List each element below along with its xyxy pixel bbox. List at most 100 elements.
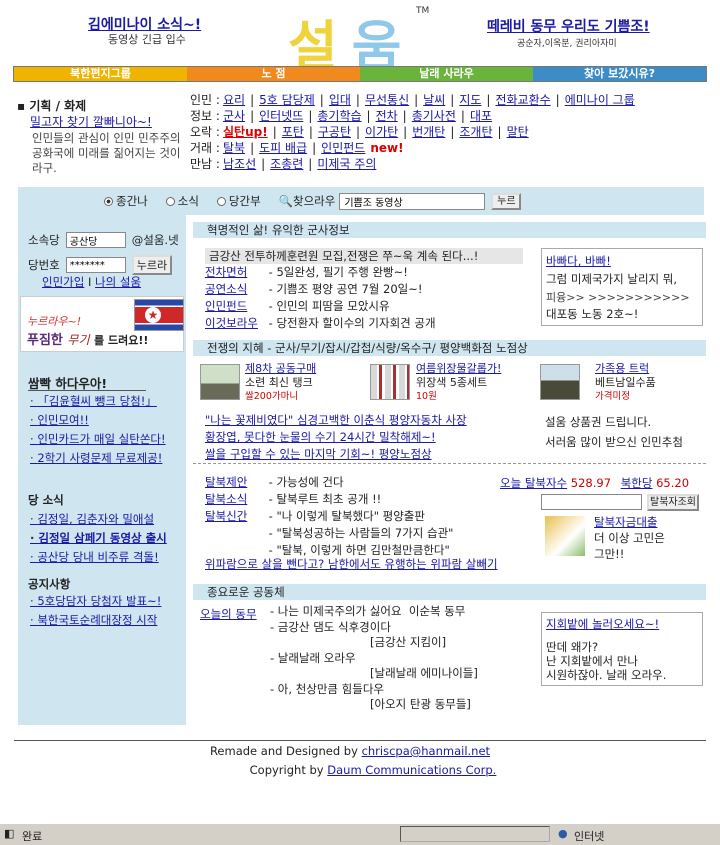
camouflage-image[interactable] <box>370 364 410 400</box>
side-box-text: 대포동 노동 2호~! <box>546 307 639 321</box>
list-item[interactable]: 김정일 삼페기 동영상 출시 <box>30 529 166 548</box>
list-item[interactable]: 북한국토순례대장정 시작 <box>30 611 161 630</box>
category-link[interactable]: 미제국 주의 <box>317 156 376 172</box>
category-link[interactable]: 구공탄 <box>318 124 351 140</box>
category-link[interactable]: 포탄 <box>282 124 304 140</box>
section-community: 종요로운 공동체 <box>193 584 706 600</box>
category-link[interactable]: 이가탄 <box>365 124 398 140</box>
list-item[interactable]: 2학기 사령문제 무료제공! <box>30 449 166 468</box>
list-item[interactable]: 「김윤혈씨 뺑크 당첨!」 <box>30 392 166 411</box>
truck-image[interactable] <box>540 364 580 400</box>
product-title[interactable]: 여름위장물갈롭가! <box>416 362 501 376</box>
category-link[interactable]: 전화교환수 <box>495 92 550 108</box>
my-page-link[interactable]: 나의 설움 <box>95 275 141 289</box>
tank-image[interactable] <box>200 364 240 400</box>
list-item[interactable]: 인민모여!! <box>30 411 166 430</box>
category-link[interactable]: 지도 <box>459 92 481 108</box>
defector-query-button[interactable]: 탈북자조회 <box>647 494 699 511</box>
category-link[interactable]: 요리 <box>223 92 245 108</box>
quote-link[interactable]: 쌀을 구입할 수 있는 마지막 기회~! 평양노점상 <box>205 446 467 463</box>
nav-item-buy[interactable]: 날래 사라우 <box>360 67 533 81</box>
topic-link[interactable]: 밀고자 찾기 깔빠니아~! <box>30 113 152 130</box>
header-right-sub: 공순자,이옥분, 권리아자미 <box>517 39 617 49</box>
community-row: - 날래날래 오라우 <box>270 650 356 665</box>
category-link[interactable]: 대포 <box>470 108 492 124</box>
search-input[interactable] <box>339 192 486 210</box>
domain-label: @설움.넷 <box>131 233 179 247</box>
side-box-title[interactable]: 지회밭에 놀러오세요~! <box>546 616 659 632</box>
category-link[interactable]: 조총련 <box>270 156 303 172</box>
party-title: 당 소식 <box>28 493 64 507</box>
category-link[interactable]: 5호 담당제 <box>259 92 315 108</box>
list-item[interactable]: 김정일, 김춘자와 밀애설 <box>30 510 167 529</box>
defect-row: 탈북제안 - 가능성에 건다 <box>205 475 344 489</box>
company-link[interactable]: Daum Communications Corp. <box>327 763 496 777</box>
email-link[interactable]: chriscpa@hanmail.net <box>362 744 491 758</box>
whistle-link[interactable]: 위파람으로 살을 뺀다고? 남한에서도 유행하는 위파람 살빼기 <box>205 556 498 572</box>
nav-item-letters[interactable]: 북한편지그룹 <box>14 67 187 81</box>
category-link[interactable]: 군사 <box>223 108 245 124</box>
today-label[interactable]: 오늘 탈북자수 <box>500 476 567 490</box>
product-title[interactable]: 제8차 공동구매 <box>245 362 316 376</box>
defector-query-input[interactable] <box>541 494 642 510</box>
category-link[interactable]: 남조선 <box>223 156 256 172</box>
password-input[interactable] <box>65 257 126 273</box>
product-title[interactable]: 가족용 트럭 <box>595 362 656 376</box>
nav-item-find[interactable]: 찾아 보갔시유? <box>533 67 706 81</box>
today-value: 528.97 <box>570 476 612 490</box>
header-left-sub: 동영상 긴급 입수 <box>108 33 186 46</box>
category-label: 거래 : <box>190 141 220 155</box>
list-item[interactable]: 공산당 당내 비주류 격돌! <box>30 548 167 567</box>
search-option-all[interactable]: 종간나 <box>104 193 148 209</box>
category-link[interactable]: 에미나이 그룹 <box>565 92 635 108</box>
id-input[interactable] <box>65 232 126 248</box>
category-link[interactable]: 날씨 <box>423 92 445 108</box>
category-link[interactable]: 탈북 <box>223 140 245 156</box>
category-link[interactable]: 무선통신 <box>365 92 409 108</box>
search-label: 찾으라우 <box>293 194 336 208</box>
quote-link[interactable]: 황장엽, 못다한 눈물의 수기 24시간 밀착해제~! <box>205 429 467 446</box>
info-row: 전차면허 - 5일완성, 필기 주행 완빵~! <box>205 265 408 279</box>
defect-row: 탈북신간 - "나 이렇게 탈북했다" 평양출판 <box>205 509 425 523</box>
category-link[interactable]: 실탄up! <box>223 124 268 140</box>
category-link[interactable]: 말탄 <box>507 124 529 140</box>
info-list: 전차면허 - 5일완성, 필기 주행 완빵~! 공연소식 - 기쁨조 평양 공연… <box>205 264 535 332</box>
list-item[interactable]: 5호당담자 당첨자 발표~! <box>30 592 161 611</box>
category-link[interactable]: 총기사전 <box>412 108 456 124</box>
side-box-text: 그럼 미제국가지 날리지 뭐, <box>546 272 678 286</box>
loan-title[interactable]: 탈북자금대출 <box>594 514 665 530</box>
search-button[interactable]: 누르 <box>491 192 522 210</box>
shop-line[interactable]: 설움 상품권 드립니다. <box>545 414 651 430</box>
defect-list: 탈북제안 - 가능성에 건다 탈북소식 - 탈북루트 최초 공개 !! 탈북신간… <box>205 474 535 559</box>
footer-copyright: Copyright by Daum Communications Corp. <box>249 763 497 777</box>
category-link[interactable]: 입대 <box>329 92 351 108</box>
section-military: 혁명적인 삶! 유익한 군사정보 <box>193 222 706 238</box>
comrade-link[interactable]: 오늘의 동무 <box>200 606 257 622</box>
nav-item-stall[interactable]: 노 점 <box>187 67 360 81</box>
info-row: 공연소식 - 기쁨조 평양 공연 7월 20일~! <box>205 282 423 296</box>
category-link[interactable]: 도피 배급 <box>259 140 307 156</box>
search-option-news[interactable]: 소식 <box>165 193 199 209</box>
scoop-headline[interactable]: 금강산 전투하께훈련원 모집,전쟁은 쭈~욱 계속 된다...! <box>205 248 523 264</box>
category-link[interactable]: 전차 <box>376 108 398 124</box>
quote-link[interactable]: "나는 꽃제비였다" 심경고백한 이춘식 평양자동차 사장 <box>205 412 467 429</box>
side-box-title[interactable]: 바빠다, 바빠! <box>546 253 611 269</box>
section-wisdom: 전쟁의 지혜 - 군사/무기/잡시/갑첩/식량/옥수구/ 평양백화점 노점상 <box>193 340 706 356</box>
graduate-icon <box>545 516 585 556</box>
page-done-icon: ◧ <box>4 827 15 840</box>
category-link[interactable]: 인터넷뜨 <box>259 108 303 124</box>
product-desc: 위장색 5종세트 <box>416 376 488 389</box>
nk-label[interactable]: 북한당 <box>621 476 653 490</box>
search-option-officials[interactable]: 당간부 <box>216 193 261 209</box>
list-item[interactable]: 인민카드가 매일 실탄쏜다! <box>30 430 165 449</box>
status-text: 완료 <box>22 830 43 843</box>
login-button[interactable]: 누르라 <box>131 255 173 275</box>
category-link[interactable]: 조개탄 <box>459 124 492 140</box>
category-row: 만남 : 남조선 | 조총련 | 미제국 주의 <box>190 156 377 172</box>
promo-banner[interactable]: 누르라우~! 푸짐한 무기 를 드려요!! <box>20 296 184 352</box>
category-link[interactable]: 총기학습 <box>317 108 361 124</box>
category-link[interactable]: 번개탄 <box>412 124 445 140</box>
header-right-link[interactable]: 떼레비 동무 우리도 기쁨조! <box>487 16 650 36</box>
category-link[interactable]: 인민펀드 <box>321 140 365 156</box>
join-link[interactable]: 인민가입 <box>42 275 84 289</box>
